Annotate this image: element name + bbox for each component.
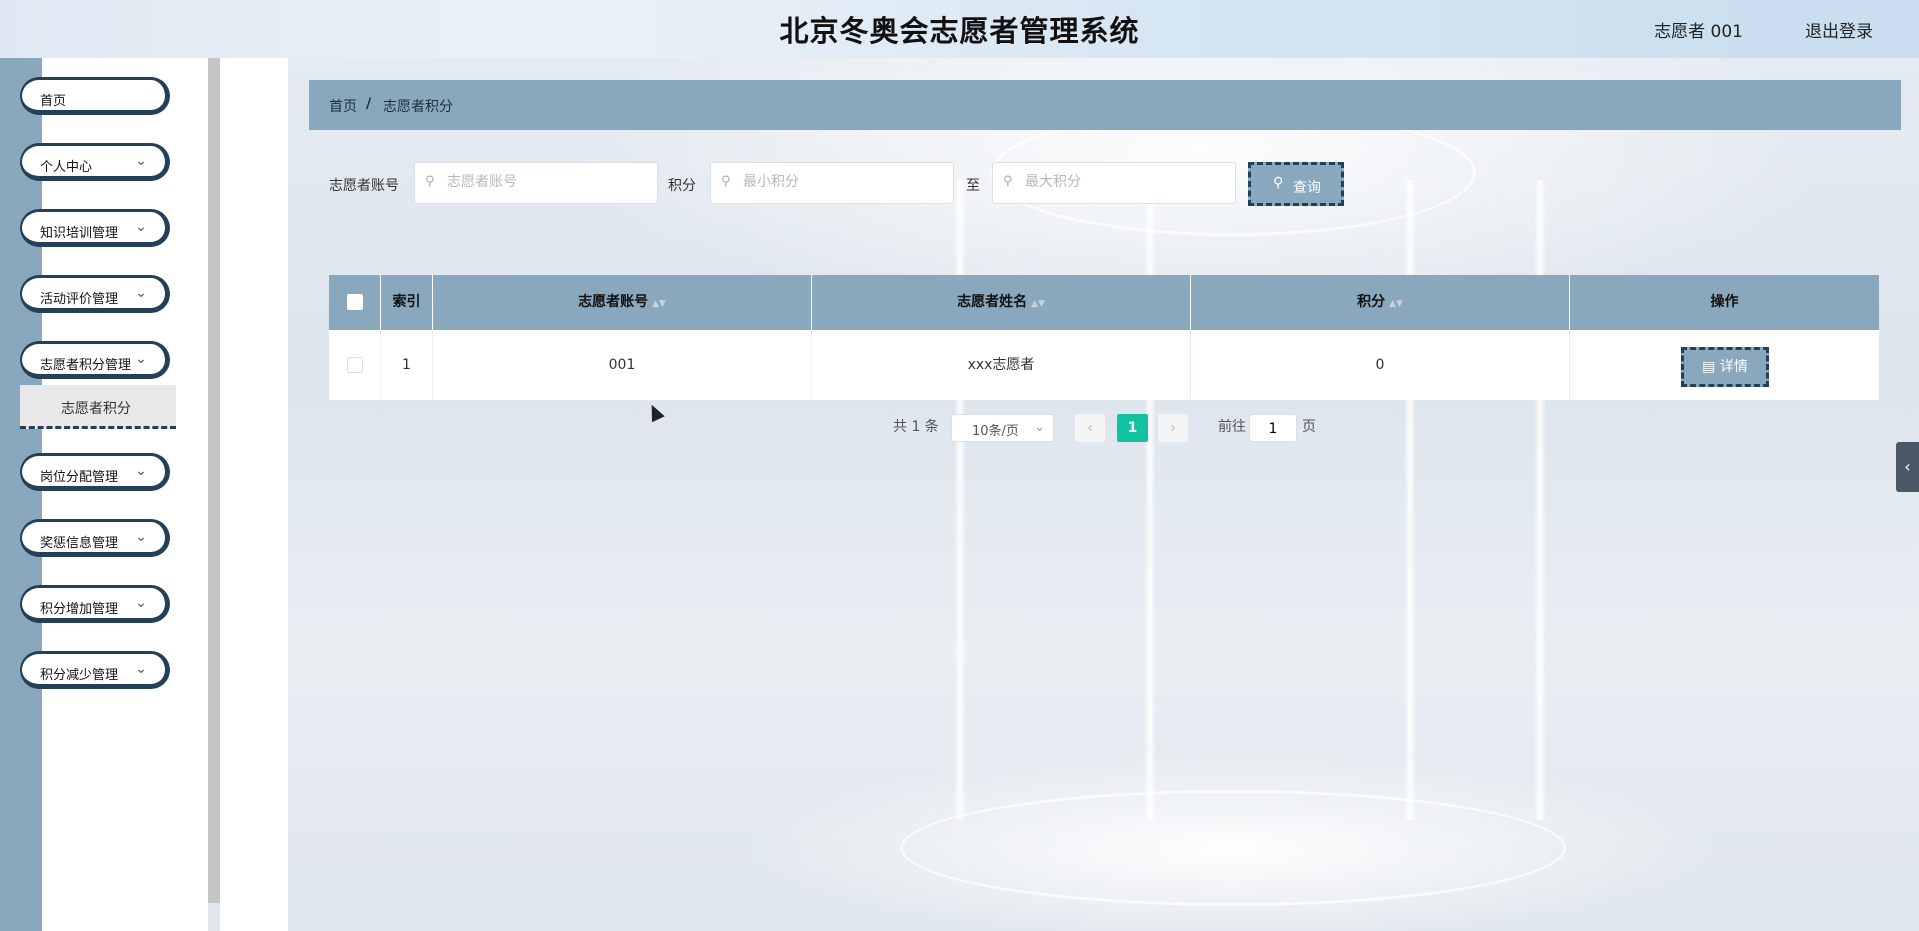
table-header: 索引 志愿者账号 ▲▼ 志愿者姓名 ▲▼ 积分 ▲▼ 操作	[329, 275, 1879, 330]
row-select-cell	[329, 330, 381, 400]
page-size-select[interactable]: 10条/页 ⌄	[951, 414, 1054, 442]
sidebar-item-rewards-penalties[interactable]: 奖惩信息管理 ⌄	[20, 519, 170, 557]
breadcrumb-separator: /	[366, 96, 372, 112]
account-input[interactable]	[445, 173, 649, 191]
breadcrumb-current: 志愿者积分	[383, 99, 453, 115]
page-suffix-label: 页	[1302, 419, 1316, 435]
page-number-current[interactable]: 1	[1117, 414, 1148, 442]
pagination-total: 共 1 条	[893, 419, 939, 435]
sidebar-item-label: 积分增加管理	[40, 602, 119, 617]
submenu-item-volunteer-points[interactable]: 志愿者积分	[20, 385, 176, 429]
max-score-input[interactable]	[1023, 173, 1227, 191]
max-score-field[interactable]: ⚲	[992, 162, 1236, 204]
sidebar-gutter	[220, 58, 288, 931]
column-label: 志愿者账号	[578, 294, 649, 310]
document-icon: ▤	[1702, 359, 1716, 375]
current-user: 志愿者 001	[1654, 22, 1743, 42]
sidebar-item-label: 志愿者积分管理	[40, 358, 132, 373]
query-button[interactable]: ⚲ 查询	[1248, 162, 1344, 206]
search-icon: ⚲	[1003, 174, 1013, 189]
goto-page-field[interactable]	[1249, 414, 1297, 442]
account-label: 志愿者账号	[329, 178, 399, 194]
page-size-value: 10条/页	[972, 424, 1019, 439]
sidebar-item-label: 积分减少管理	[40, 668, 119, 683]
sidebar-item-label: 活动评价管理	[40, 292, 119, 307]
column-name[interactable]: 志愿者姓名 ▲▼	[812, 275, 1191, 330]
query-button-label: 查询	[1293, 180, 1321, 196]
sidebar-item-points-decrease[interactable]: 积分减少管理 ⌄	[20, 651, 170, 689]
range-to-label: 至	[966, 178, 980, 194]
search-icon: ⚲	[721, 174, 731, 189]
sidebar-item-label: 知识培训管理	[40, 226, 119, 241]
cell-account: 001	[433, 330, 812, 400]
chevron-left-icon: ‹	[1904, 457, 1911, 476]
min-score-field[interactable]: ⚲	[710, 162, 954, 204]
breadcrumb: 首页 / 志愿者积分	[309, 80, 1901, 130]
sidebar-scrollbar[interactable]	[208, 58, 220, 903]
table-row: 1 001 xxx志愿者 0 ▤ 详情	[329, 330, 1879, 400]
prev-page-button[interactable]: ‹	[1075, 414, 1105, 442]
column-actions: 操作	[1570, 275, 1879, 330]
column-label: 积分	[1357, 294, 1386, 310]
search-icon: ⚲	[1273, 175, 1284, 191]
chevron-down-icon: ⌄	[135, 219, 147, 235]
chevron-down-icon: ⌄	[135, 529, 147, 545]
logout-link[interactable]: 退出登录	[1805, 17, 1873, 42]
select-all-checkbox[interactable]	[346, 294, 363, 310]
column-account[interactable]: 志愿者账号 ▲▼	[433, 275, 812, 330]
sidebar-item-personal-center[interactable]: 个人中心 ⌄	[20, 143, 170, 181]
goto-label: 前往	[1218, 419, 1246, 435]
chevron-down-icon: ⌄	[135, 595, 147, 611]
sidebar	[42, 58, 208, 931]
chevron-down-icon: ⌄	[135, 661, 147, 677]
account-search-field[interactable]: ⚲	[414, 162, 658, 204]
sidebar-item-home[interactable]: 首页	[20, 77, 170, 115]
chevron-left-icon: ‹	[1087, 420, 1093, 436]
chevron-right-icon: ›	[1170, 420, 1176, 436]
collapse-panel-tab[interactable]: ‹	[1896, 442, 1919, 492]
submenu-item-label: 志愿者积分	[61, 401, 131, 417]
sidebar-accent-strip	[0, 58, 42, 931]
chevron-down-icon: ⌄	[1034, 420, 1045, 435]
cell-index: 1	[381, 330, 433, 400]
stage-ring	[900, 790, 1566, 906]
top-header: 北京冬奥会志愿者管理系统 志愿者 001 退出登录	[0, 0, 1919, 58]
sidebar-item-label: 奖惩信息管理	[40, 536, 119, 551]
chevron-down-icon: ⌄	[135, 285, 147, 301]
chevron-down-icon: ⌄	[135, 463, 147, 479]
score-label: 积分	[668, 178, 696, 194]
chevron-down-icon: ⌄	[135, 351, 147, 367]
column-index: 索引	[381, 275, 433, 330]
cell-name: xxx志愿者	[812, 330, 1191, 400]
column-label: 志愿者姓名	[957, 294, 1028, 310]
detail-button-label: 详情	[1719, 359, 1748, 375]
sort-icon[interactable]: ▲▼	[1031, 299, 1045, 309]
breadcrumb-home[interactable]: 首页	[329, 96, 357, 116]
goto-page-input[interactable]	[1251, 420, 1295, 438]
sort-icon[interactable]: ▲▼	[652, 299, 666, 309]
column-label: 索引	[392, 294, 421, 310]
sidebar-item-points-increase[interactable]: 积分增加管理 ⌄	[20, 585, 170, 623]
sidebar-item-label: 岗位分配管理	[40, 470, 119, 485]
sort-icon[interactable]: ▲▼	[1389, 299, 1403, 309]
sidebar-item-training[interactable]: 知识培训管理 ⌄	[20, 209, 170, 247]
chevron-down-icon: ⌄	[135, 153, 147, 169]
sidebar-item-label: 个人中心	[40, 160, 93, 175]
column-score[interactable]: 积分 ▲▼	[1191, 275, 1570, 330]
page-title: 北京冬奥会志愿者管理系统	[779, 14, 1140, 48]
search-icon: ⚲	[425, 174, 435, 189]
sidebar-item-post-assignment[interactable]: 岗位分配管理 ⌄	[20, 453, 170, 491]
row-checkbox[interactable]	[346, 357, 363, 373]
detail-button[interactable]: ▤ 详情	[1681, 347, 1769, 387]
sidebar-item-activity-review[interactable]: 活动评价管理 ⌄	[20, 275, 170, 313]
select-all-cell	[329, 275, 381, 330]
column-label: 操作	[1710, 294, 1739, 310]
sidebar-item-label: 首页	[40, 94, 67, 109]
cell-score: 0	[1191, 330, 1570, 400]
next-page-button[interactable]: ›	[1158, 414, 1188, 442]
sidebar-item-volunteer-points[interactable]: 志愿者积分管理 ⌄	[20, 341, 170, 379]
min-score-input[interactable]	[741, 173, 945, 191]
